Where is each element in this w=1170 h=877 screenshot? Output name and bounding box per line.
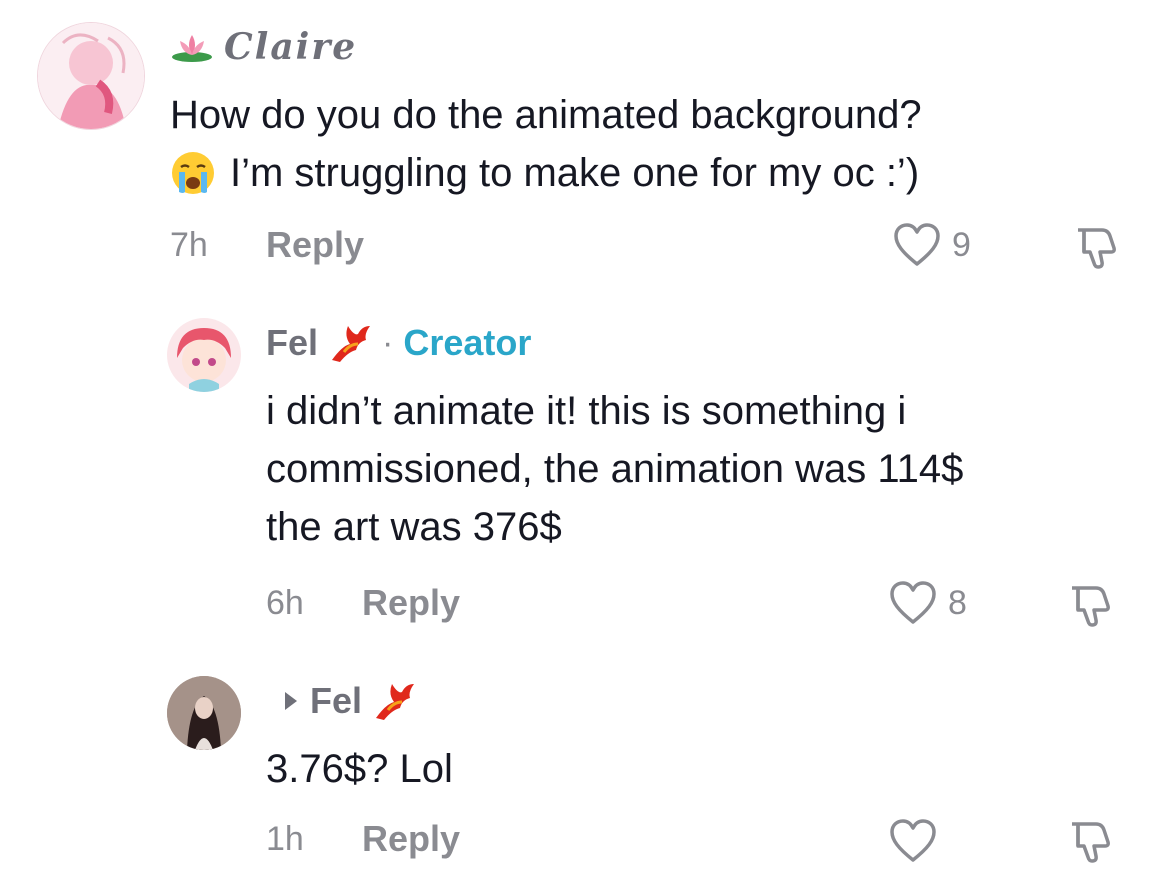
- username-row: Fel · Creator: [266, 322, 531, 364]
- timestamp: 1h: [266, 819, 304, 858]
- reply-button[interactable]: Reply: [362, 582, 460, 624]
- timestamp: 7h: [170, 225, 208, 264]
- avatar[interactable]: [167, 676, 241, 750]
- like-button[interactable]: [888, 818, 938, 864]
- comment-text: i didn’t animate it! this is something i…: [266, 382, 963, 556]
- comment-line: 3.76$? Lol: [266, 747, 453, 791]
- username-row: Claire: [170, 26, 357, 68]
- reply-button[interactable]: Reply: [266, 224, 364, 266]
- separator-dot: ·: [382, 323, 394, 362]
- timestamp: 6h: [266, 583, 304, 622]
- avatar[interactable]: [167, 318, 241, 392]
- like-count: 9: [952, 225, 971, 264]
- phoenix-icon: [372, 680, 416, 722]
- username[interactable]: Fel: [266, 322, 318, 364]
- comment-line: i didn’t animate it! this is something i: [266, 389, 907, 433]
- avatar[interactable]: [37, 22, 145, 130]
- phoenix-icon: [328, 322, 372, 364]
- dislike-icon[interactable]: [1066, 582, 1112, 628]
- dislike-icon[interactable]: [1072, 224, 1118, 270]
- like-button[interactable]: 9: [892, 222, 971, 268]
- comment-line-text: I’m struggling to make one for my oc :’): [230, 151, 920, 195]
- comment-line-2: I’m struggling to make one for my oc :’): [170, 144, 922, 202]
- heart-icon[interactable]: [888, 580, 938, 626]
- comment-line: How do you do the animated background?: [170, 93, 922, 137]
- username[interactable]: Claire: [224, 26, 357, 68]
- heart-icon[interactable]: [888, 818, 938, 864]
- reply-to-username[interactable]: Fel: [310, 680, 362, 722]
- comment-meta: 7h Reply: [170, 224, 364, 266]
- comment-line: the art was 376$: [266, 505, 562, 549]
- comment-text: 3.76$? Lol: [266, 740, 453, 798]
- crying-face-emoji: [170, 150, 216, 196]
- comment-meta: 1h Reply: [266, 818, 460, 860]
- reply-button[interactable]: Reply: [362, 818, 460, 860]
- like-count: 8: [948, 583, 967, 622]
- username-row: Fel: [282, 680, 416, 722]
- dislike-icon[interactable]: [1066, 818, 1112, 864]
- heart-icon[interactable]: [892, 222, 942, 268]
- reply-arrow-icon: [282, 690, 300, 712]
- lotus-icon: [170, 31, 214, 63]
- creator-badge: Creator: [403, 322, 532, 363]
- like-button[interactable]: 8: [888, 580, 967, 626]
- comment-line: commissioned, the animation was 114$: [266, 447, 964, 491]
- comment-meta: 6h Reply: [266, 582, 460, 624]
- comment-text: How do you do the animated background? I…: [170, 86, 922, 202]
